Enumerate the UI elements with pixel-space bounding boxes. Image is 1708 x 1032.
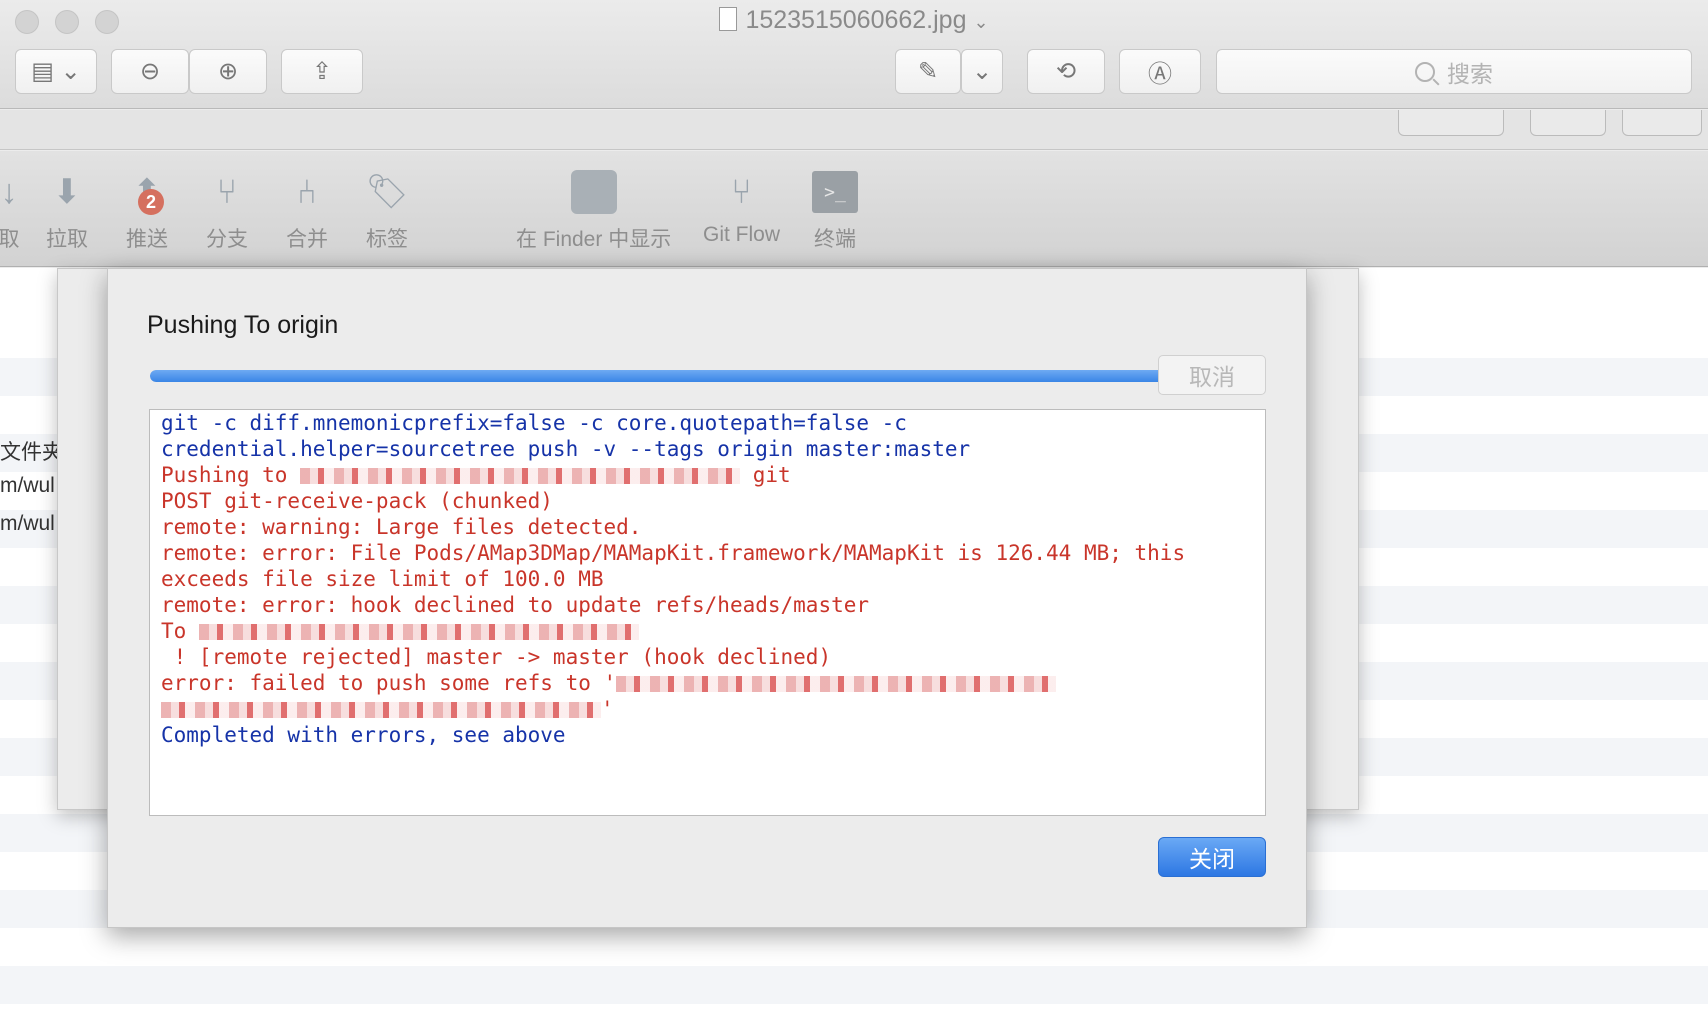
tag-label: 标签	[366, 228, 408, 251]
log-line-text: remote: warning: Large files detected.	[161, 515, 642, 539]
window-title-text: 1523515060662.jpg	[745, 6, 967, 34]
log-line-text: credential.helper=sourcetree push -v --t…	[161, 437, 971, 461]
log-line-text: Pushing to	[161, 463, 301, 487]
push-count-badge: 2	[138, 189, 164, 215]
push-icon: ⬆2	[124, 169, 170, 215]
search-icon	[1415, 61, 1435, 82]
redacted-url	[616, 676, 1057, 692]
fetch-icon: ↓	[0, 172, 18, 211]
log-line-text: error: failed to push some refs to '	[161, 671, 617, 695]
merge-button[interactable]: ⑃ 合并	[284, 169, 330, 253]
markup-button[interactable]: ✎	[895, 49, 961, 94]
pull-icon: ⬇	[52, 173, 82, 211]
push-progress-dialog: Pushing To origin 取消 git -c diff.mnemoni…	[107, 268, 1307, 928]
log-line: '	[161, 696, 1265, 722]
push-output-log[interactable]: git -c diff.mnemonicprefix=false -c core…	[149, 409, 1266, 816]
merge-icon: ⑃	[296, 172, 318, 211]
share-button[interactable]: ⇪	[281, 49, 363, 94]
sidebar-row[interactable]: 文件夹	[0, 436, 63, 466]
show-in-finder-label: 在 Finder 中显示	[516, 228, 672, 251]
redacted-url	[300, 468, 741, 484]
progress-fill	[150, 370, 1239, 382]
branch-icon: ⑂	[216, 172, 238, 211]
log-line: To	[161, 618, 1265, 644]
branch-button[interactable]: ⑂ 分支	[204, 169, 250, 253]
log-line: ! [remote rejected] master -> master (ho…	[161, 644, 1265, 670]
search-field[interactable]: 搜索	[1216, 49, 1692, 94]
annotate-button[interactable]: Ⓐ	[1119, 49, 1201, 94]
log-line-text: ! [remote rejected] master -> master (ho…	[161, 645, 832, 669]
zoom-in-button[interactable]: ⊕	[189, 49, 267, 94]
jpg-file-icon	[719, 7, 738, 31]
redacted-url	[161, 702, 601, 718]
log-line-text: To	[161, 619, 199, 643]
log-line: remote: warning: Large files detected.	[161, 514, 1265, 540]
log-line-text: exceeds file size limit of 100.0 MB	[161, 567, 604, 591]
terminal-button[interactable]: >_ 终端	[812, 169, 858, 253]
push-button[interactable]: ⬆2 推送	[124, 169, 170, 253]
finder-icon	[570, 169, 617, 215]
rotate-mini-button	[1530, 110, 1606, 136]
gitflow-icon: ⑂	[731, 172, 752, 211]
log-line: Completed with errors, see above	[161, 722, 1265, 748]
chevron-down-icon: ⌄	[973, 12, 989, 32]
pull-label: 拉取	[46, 228, 88, 251]
sourcetree-toolbar: ↓ 取 ⬇ 拉取 ⬆2 推送 ⑂ 分支 ⑃ 合并 🏷 标签 在 Finder 中…	[0, 151, 1708, 267]
sidebar-row[interactable]: m/wul	[0, 512, 55, 536]
pull-button[interactable]: ⬇ 拉取	[44, 169, 90, 253]
log-line-suffix: git	[740, 463, 791, 487]
log-line: Pushing to git	[161, 462, 1265, 488]
log-line-text: git -c diff.mnemonicprefix=false -c core…	[161, 411, 907, 435]
markup-mini-button	[1398, 110, 1504, 136]
sidebar-row[interactable]: m/wul	[0, 474, 55, 498]
fetch-label: 取	[0, 228, 20, 251]
log-line-text: POST git-receive-pack (chunked)	[161, 489, 553, 513]
search-placeholder: 搜索	[1447, 60, 1493, 87]
log-line: credential.helper=sourcetree push -v --t…	[161, 436, 1265, 462]
log-line: git -c diff.mnemonicprefix=false -c core…	[161, 410, 1265, 436]
merge-label: 合并	[286, 228, 328, 251]
zoom-out-button[interactable]: ⊖	[111, 49, 189, 94]
markup-menu-button[interactable]: ⌄	[961, 49, 1003, 94]
window-title[interactable]: 1523515060662.jpg ⌄	[0, 6, 1708, 35]
git-flow-label: Git Flow	[703, 223, 781, 246]
log-line-text: remote: error: hook declined to update r…	[161, 593, 870, 617]
redacted-url	[198, 624, 639, 640]
log-line-text: Completed with errors, see above	[161, 723, 566, 747]
tag-icon: 🏷	[365, 173, 409, 211]
show-in-finder-button[interactable]: 在 Finder 中显示	[516, 169, 671, 253]
log-line-text: remote: error: File Pods/AMap3DMap/MAMap…	[161, 541, 1186, 565]
fetch-button[interactable]: ↓ 取	[0, 169, 32, 253]
sidebar-toggle-button[interactable]: ▤ ⌄	[15, 49, 97, 94]
git-flow-button[interactable]: ⑂ Git Flow	[703, 169, 780, 247]
cancel-button[interactable]: 取消	[1158, 355, 1266, 395]
log-line: exceeds file size limit of 100.0 MB	[161, 566, 1265, 592]
log-line-suffix: '	[601, 697, 614, 721]
annotate-mini-button	[1622, 110, 1702, 136]
push-label: 推送	[126, 228, 168, 251]
log-line: error: failed to push some refs to '	[161, 670, 1265, 696]
terminal-icon: >_	[812, 169, 858, 215]
terminal-label: 终端	[814, 228, 856, 251]
log-line: remote: error: File Pods/AMap3DMap/MAMap…	[161, 540, 1265, 566]
close-button[interactable]: 关闭	[1158, 837, 1266, 877]
dialog-title: Pushing To origin	[147, 311, 339, 339]
branch-label: 分支	[206, 228, 248, 251]
log-line: remote: error: hook declined to update r…	[161, 592, 1265, 618]
tag-button[interactable]: 🏷 标签	[364, 169, 410, 253]
preview-titlebar: 1523515060662.jpg ⌄ ▤ ⌄ ⊖ ⊕ ⇪ ✎ ⌄ ⟲ Ⓐ 搜索	[0, 0, 1708, 109]
log-line: POST git-receive-pack (chunked)	[161, 488, 1265, 514]
push-progress-bar	[150, 370, 1250, 382]
rotate-button[interactable]: ⟲	[1027, 49, 1105, 94]
